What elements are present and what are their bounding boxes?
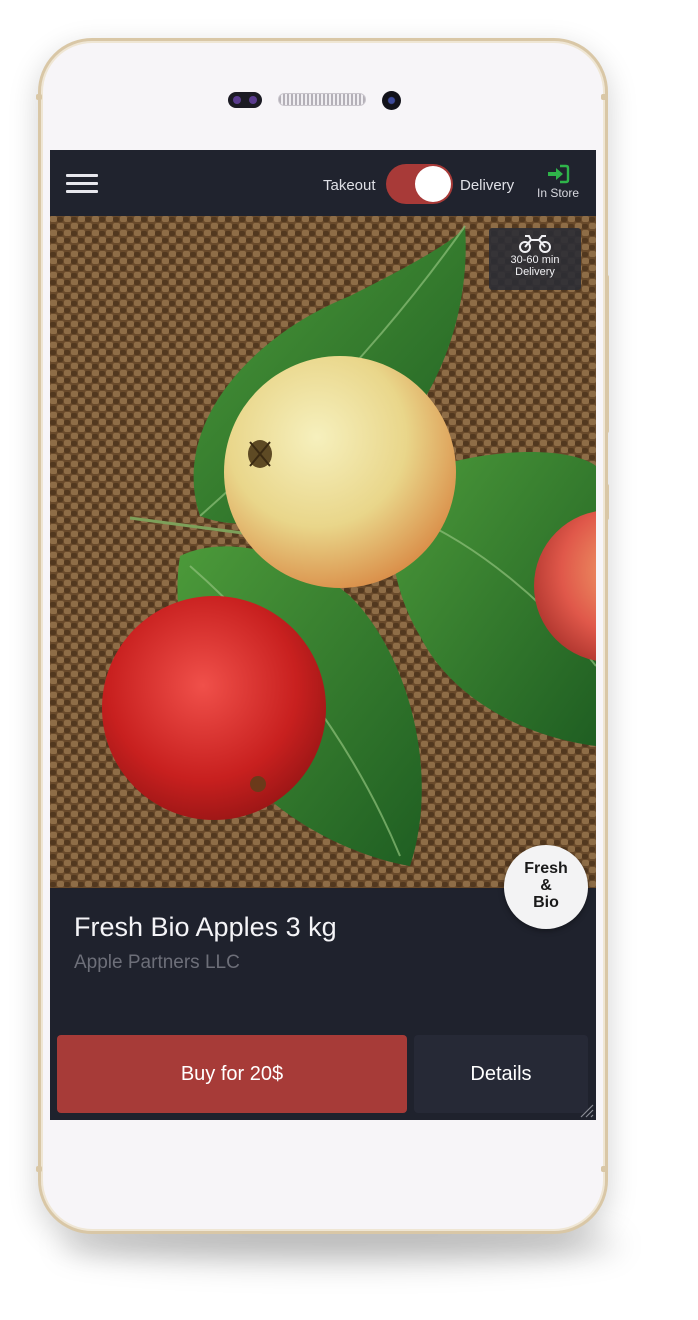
- phone-side-notch: [36, 1166, 42, 1172]
- in-store-button[interactable]: In Store: [532, 164, 584, 200]
- proximity-sensor: [228, 92, 262, 108]
- product-image: [50, 216, 596, 888]
- fresh-bio-badge: Fresh & Bio: [504, 845, 588, 929]
- sign-in-icon: [548, 164, 570, 184]
- delivery-time-badge: 30-60 min Delivery: [489, 228, 581, 290]
- power-button: [605, 484, 609, 520]
- delivery-label[interactable]: Delivery: [460, 177, 514, 194]
- resize-grip-icon[interactable]: [578, 1102, 594, 1118]
- phone-side-notch: [601, 94, 607, 100]
- top-bar: Takeout Delivery In Store: [50, 150, 596, 216]
- phone-side-notch: [601, 1166, 607, 1172]
- details-button[interactable]: Details: [414, 1035, 588, 1113]
- earpiece-speaker: [278, 93, 366, 106]
- front-camera: [382, 91, 401, 110]
- product-title: Fresh Bio Apples 3 kg: [74, 912, 337, 942]
- badge-line: Fresh: [524, 860, 568, 877]
- toggle-knob: [415, 166, 451, 202]
- phone-side-notch: [36, 94, 42, 100]
- buy-button[interactable]: Buy for 20$: [57, 1035, 407, 1113]
- hamburger-icon[interactable]: [66, 174, 98, 194]
- delivery-time-label: Delivery: [515, 266, 555, 278]
- takeout-label[interactable]: Takeout: [323, 177, 376, 194]
- badge-line: Bio: [533, 894, 559, 911]
- motorcycle-icon: [519, 235, 551, 253]
- volume-button: [605, 275, 609, 433]
- badge-line: &: [540, 877, 552, 894]
- takeout-delivery-toggle[interactable]: [386, 164, 453, 204]
- app-screen: Takeout Delivery In Store 30-60 min Deli…: [50, 150, 596, 1120]
- product-vendor: Apple Partners LLC: [74, 952, 240, 973]
- delivery-time: 30-60 min: [510, 254, 560, 266]
- in-store-label: In Store: [536, 186, 580, 200]
